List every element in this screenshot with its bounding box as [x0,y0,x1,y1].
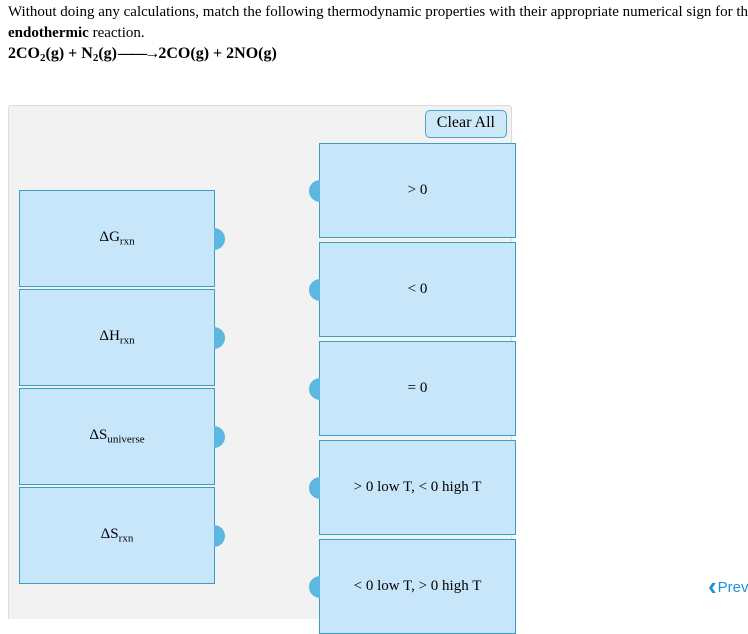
question-line-2: endothermic reaction. [8,23,748,44]
connector-nub-icon[interactable] [214,425,225,448]
connector-nub-icon[interactable] [309,377,320,400]
question-line-2-rest: reaction. [88,25,145,41]
connector-nub-icon[interactable] [309,278,320,301]
prompt-label-delta-g-rxn: ΔGrxn [99,229,135,248]
reactant-n2-post: (g) [98,45,117,62]
prompt-label-delta-s-universe: ΔSuniverse [89,427,145,446]
answer-tile-neg-low-pos-high[interactable]: < 0 low T, > 0 high T [309,539,516,634]
endothermic-emphasis: endothermic [8,25,89,41]
reaction-products: 2CO(g) + 2NO(g) [158,45,277,62]
prompt-tile-delta-g-rxn[interactable]: ΔGrxn [19,190,225,287]
connector-nub-icon[interactable] [309,179,320,202]
answer-label-neg-low-pos-high: < 0 low T, > 0 high T [353,577,482,594]
answer-label-less-than-zero: < 0 [407,280,428,297]
connector-nub-icon[interactable] [214,227,225,250]
answer-tile-equal-zero[interactable]: = 0 [309,341,516,436]
reactant-co2-post: (g) + N [45,45,93,62]
question-line-1-text: Without doing any calculations, match th… [8,4,748,20]
matching-panel: Clear All ΔGrxn ΔHrxn ΔSuniverse ΔSrxn >… [8,105,516,634]
answer-label-equal-zero: = 0 [407,379,428,396]
prompt-tile-delta-h-rxn[interactable]: ΔHrxn [19,289,225,386]
question-line-1: Without doing any calculations, match th… [8,2,748,23]
prompt-tile-delta-s-universe[interactable]: ΔSuniverse [19,388,225,485]
connector-nub-icon[interactable] [214,524,225,547]
answer-tile-less-than-zero[interactable]: < 0 [309,242,516,337]
reactant-co2-pre: 2CO [8,45,40,62]
reaction-arrow-icon: ——→ [117,45,160,62]
answer-label-pos-low-neg-high: > 0 low T, < 0 high T [353,478,482,495]
answer-tile-pos-low-neg-high[interactable]: > 0 low T, < 0 high T [309,440,516,535]
prompt-tile-delta-s-rxn[interactable]: ΔSrxn [19,487,225,584]
question-text: Without doing any calculations, match th… [8,2,748,44]
connector-nub-icon[interactable] [309,575,320,598]
answer-tile-greater-than-zero[interactable]: > 0 [309,143,516,238]
connector-nub-icon[interactable] [214,326,225,349]
prompt-label-delta-h-rxn: ΔHrxn [99,328,135,347]
clear-all-button[interactable]: Clear All [424,110,507,138]
reaction-equation: 2CO2(g) + N2(g)——→2CO(g) + 2NO(g) [8,45,277,64]
prev-navigation-button[interactable]: ‹ Prev [708,571,748,601]
prompt-label-delta-s-rxn: ΔSrxn [100,526,134,545]
answer-label-greater-than-zero: > 0 [407,181,428,198]
chevron-left-icon: ‹ [708,571,717,601]
connector-nub-icon[interactable] [309,476,320,499]
prev-label: Prev [717,578,748,596]
